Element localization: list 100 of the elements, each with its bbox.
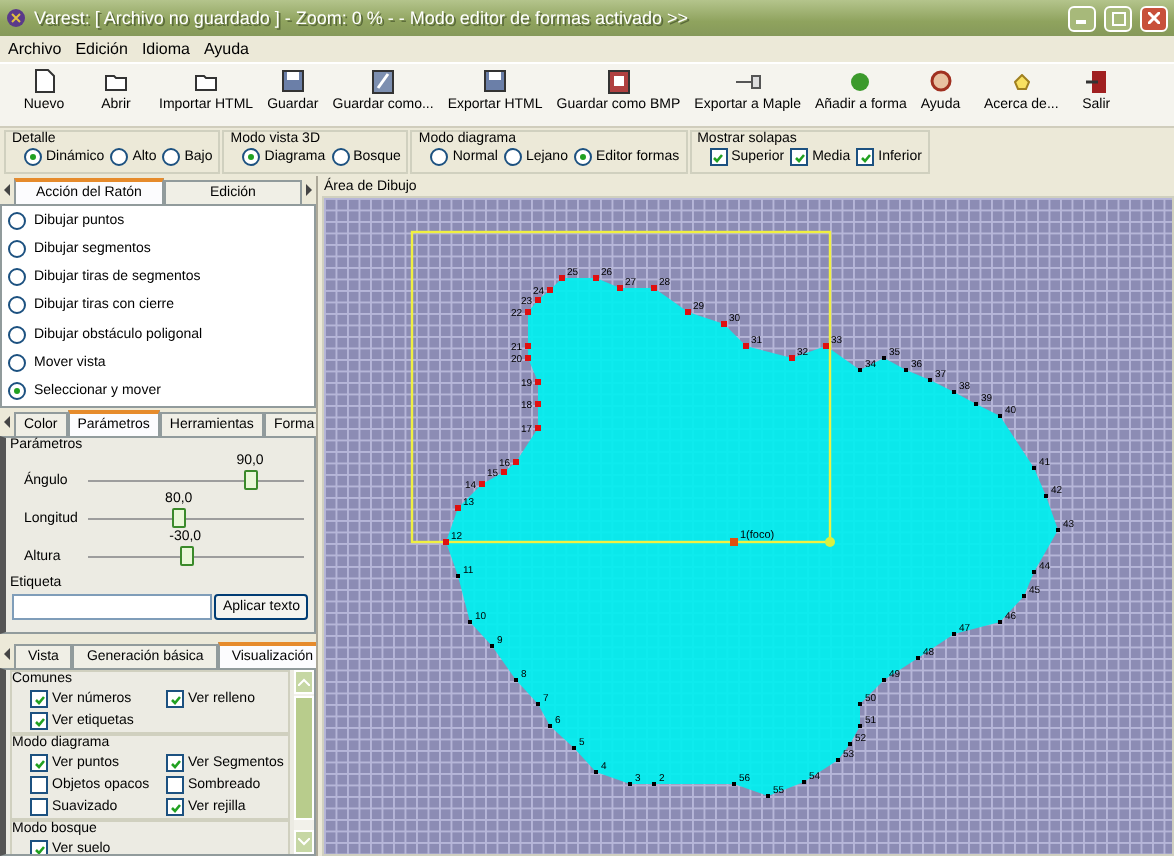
vertex-marker[interactable] bbox=[1044, 494, 1048, 498]
minimize-button[interactable] bbox=[1068, 5, 1096, 31]
radio-button[interactable] bbox=[8, 382, 26, 401]
vertex-marker[interactable] bbox=[490, 644, 494, 648]
radio-button[interactable] bbox=[503, 148, 522, 166]
vertex-marker[interactable] bbox=[594, 770, 598, 774]
corner-handle[interactable] bbox=[825, 537, 835, 547]
vertex-marker[interactable] bbox=[1056, 528, 1060, 532]
radio-button[interactable] bbox=[8, 325, 26, 344]
radio-button[interactable] bbox=[573, 148, 592, 166]
vertex-marker[interactable] bbox=[848, 742, 852, 746]
vertex-marker[interactable] bbox=[858, 702, 862, 706]
vertex-marker[interactable] bbox=[952, 390, 956, 394]
vertex-marker[interactable] bbox=[904, 368, 908, 372]
vertex-marker[interactable] bbox=[882, 356, 886, 360]
vertex-marker[interactable] bbox=[479, 481, 485, 487]
vertex-marker[interactable] bbox=[1032, 570, 1036, 574]
vertex-marker[interactable] bbox=[732, 782, 736, 786]
vertex-marker[interactable] bbox=[456, 574, 460, 578]
slider-thumb[interactable] bbox=[179, 546, 194, 566]
vertex-marker[interactable] bbox=[535, 379, 541, 385]
close-icon bbox=[1148, 12, 1160, 24]
vertex-marker[interactable] bbox=[572, 746, 576, 750]
vertex-marker[interactable] bbox=[536, 702, 540, 706]
vertex-marker[interactable] bbox=[628, 782, 632, 786]
vertex-marker[interactable] bbox=[547, 287, 553, 293]
vertex-marker[interactable] bbox=[916, 656, 920, 660]
checkbox[interactable] bbox=[166, 754, 184, 772]
maximize-button[interactable] bbox=[1104, 5, 1132, 31]
radio-button[interactable] bbox=[8, 354, 26, 373]
menu-item[interactable]: Idioma bbox=[141, 40, 190, 58]
checkbox[interactable] bbox=[166, 776, 184, 794]
radio-button[interactable] bbox=[110, 148, 129, 166]
radio-button[interactable] bbox=[24, 148, 42, 166]
vertex-marker[interactable] bbox=[514, 678, 518, 682]
vertex-marker[interactable] bbox=[535, 297, 541, 303]
vertex-marker[interactable] bbox=[858, 724, 862, 728]
vertex-marker[interactable] bbox=[1032, 466, 1036, 470]
checkbox[interactable] bbox=[790, 148, 809, 166]
menu-item[interactable]: Ayuda bbox=[203, 40, 249, 58]
vertex-marker[interactable] bbox=[535, 425, 541, 431]
vertex-marker[interactable] bbox=[513, 459, 519, 465]
checkbox[interactable] bbox=[856, 148, 875, 166]
vertex-marker[interactable] bbox=[468, 620, 472, 624]
checkbox[interactable] bbox=[709, 148, 728, 166]
checkbox[interactable] bbox=[30, 690, 48, 708]
menu-item[interactable]: Edición bbox=[75, 40, 128, 58]
checkbox[interactable] bbox=[30, 754, 48, 772]
checkbox[interactable] bbox=[30, 798, 48, 816]
radio-button[interactable] bbox=[242, 148, 261, 166]
checkbox[interactable] bbox=[166, 798, 184, 816]
vertex-marker[interactable] bbox=[836, 758, 840, 762]
radio-button[interactable] bbox=[8, 239, 26, 258]
scroll-down-icon[interactable] bbox=[298, 838, 310, 846]
vertex-marker[interactable] bbox=[721, 321, 727, 327]
focus-marker[interactable] bbox=[730, 538, 738, 546]
vertex-marker[interactable] bbox=[559, 275, 565, 281]
vertex-marker[interactable] bbox=[617, 285, 623, 291]
radio-button[interactable] bbox=[8, 211, 26, 230]
vertex-marker[interactable] bbox=[743, 343, 749, 349]
vertex-marker[interactable] bbox=[1022, 594, 1026, 598]
vertex-marker[interactable] bbox=[998, 414, 1002, 418]
checkbox[interactable] bbox=[30, 840, 48, 854]
radio-button[interactable] bbox=[8, 268, 26, 287]
radio-button[interactable] bbox=[331, 148, 350, 166]
scroll-up-icon[interactable] bbox=[298, 678, 310, 686]
vertex-marker[interactable] bbox=[455, 505, 461, 511]
vertex-marker[interactable] bbox=[652, 782, 656, 786]
checkbox[interactable] bbox=[30, 776, 48, 794]
ball-icon bbox=[850, 68, 871, 94]
vertex-marker[interactable] bbox=[443, 539, 449, 545]
label-input-field[interactable] bbox=[12, 594, 213, 620]
radio-button[interactable] bbox=[8, 296, 26, 315]
vertex-marker[interactable] bbox=[525, 343, 531, 349]
vertex-marker[interactable] bbox=[535, 401, 541, 407]
menu-item[interactable]: Archivo bbox=[8, 40, 62, 58]
vertex-marker[interactable] bbox=[501, 469, 507, 475]
scrollbar[interactable] bbox=[294, 670, 314, 854]
vertex-marker[interactable] bbox=[685, 309, 691, 315]
vertex-marker[interactable] bbox=[651, 285, 657, 291]
close-button[interactable] bbox=[1140, 5, 1168, 31]
vertex-marker[interactable] bbox=[952, 632, 956, 636]
vertex-marker[interactable] bbox=[802, 780, 806, 784]
slider-thumb[interactable] bbox=[244, 470, 258, 490]
vertex-marker[interactable] bbox=[789, 355, 795, 361]
vertex-marker[interactable] bbox=[548, 724, 552, 728]
radio-button[interactable] bbox=[162, 148, 181, 166]
vertex-marker[interactable] bbox=[593, 275, 599, 281]
checkbox[interactable] bbox=[30, 712, 48, 730]
vertex-marker[interactable] bbox=[525, 355, 531, 361]
slider-thumb[interactable] bbox=[172, 508, 187, 528]
vertex-marker[interactable] bbox=[858, 368, 862, 372]
radio-button[interactable] bbox=[430, 148, 449, 166]
vertex-marker[interactable] bbox=[998, 620, 1002, 624]
vertex-marker[interactable] bbox=[974, 402, 978, 406]
vertex-marker[interactable] bbox=[525, 309, 531, 315]
vertex-marker[interactable] bbox=[882, 678, 886, 682]
vertex-marker[interactable] bbox=[823, 343, 829, 349]
checkbox[interactable] bbox=[166, 690, 184, 708]
vertex-marker[interactable] bbox=[928, 378, 932, 382]
